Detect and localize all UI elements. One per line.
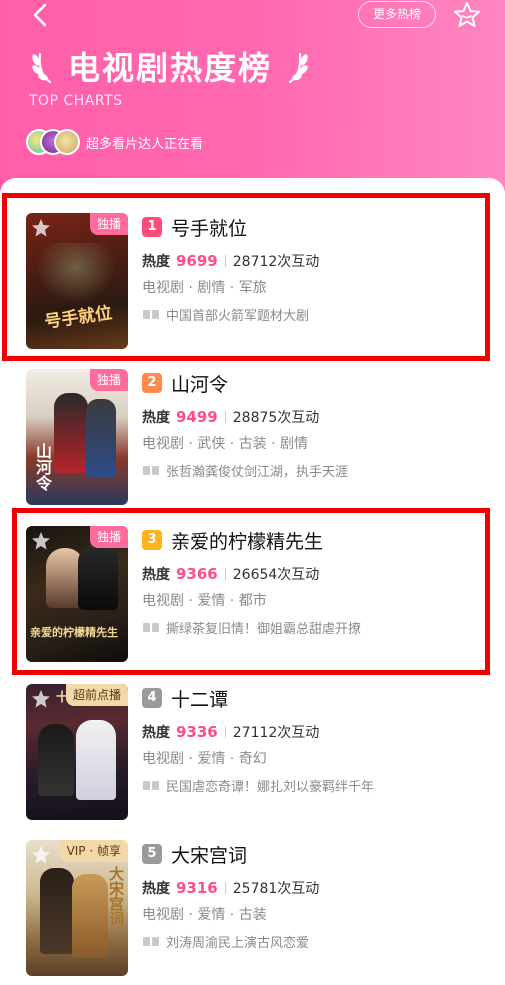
quote-icon (143, 781, 159, 790)
star-icon (32, 846, 50, 864)
poster[interactable]: 山河令 独播 (26, 369, 128, 505)
viewers-row: 超多看片达人正在看 (26, 129, 203, 155)
tagline: 撕绿茶复旧情！御姐霸总甜虐开撩 (166, 621, 362, 637)
list-item[interactable]: 亲爱的柠檬精先生 独播 3 亲爱的柠檬精先生 热度 9366 26654次互动 … (0, 526, 505, 672)
rank-badge: 3 (142, 530, 162, 550)
genre-tags: 电视剧 · 爱情 · 古装 (142, 907, 267, 923)
list-item[interactable]: 号手就位 独播 1 号手就位 热度 9699 28712次互动 电视剧 · 剧情… (0, 213, 505, 359)
tagline: 刘涛周渝民上演古风恋爱 (166, 935, 310, 951)
rank-badge: 1 (142, 217, 162, 237)
star-icon (32, 690, 50, 708)
heat-label: 热度 (142, 881, 170, 897)
poster[interactable]: 号手就位 独播 (26, 213, 128, 349)
divider (224, 882, 226, 894)
show-title[interactable]: 十二谭 (171, 685, 228, 712)
rank-badge: 2 (142, 373, 162, 393)
rank-badge: 5 (142, 844, 162, 864)
heat-value: 9699 (176, 252, 218, 270)
poster[interactable]: 十二谭 超前点播 (26, 684, 128, 820)
poster[interactable]: 大宋宫词 VIP · 帧享 (26, 840, 128, 976)
list-item[interactable]: 大宋宫词 VIP · 帧享 5 大宋宫词 热度 9316 25781次互动 电视… (0, 840, 505, 985)
quote-icon (143, 937, 159, 946)
back-arrow-icon[interactable] (28, 2, 54, 28)
genre-tags: 电视剧 · 爱情 · 奇幻 (142, 751, 267, 767)
advance-screening-tag: 超前点播 (65, 684, 128, 706)
subtitle: TOP CHARTS (29, 93, 123, 109)
star-icon (32, 219, 50, 237)
interaction-count: 28712次互动 (232, 254, 320, 270)
star-icon (32, 532, 50, 550)
list-item[interactable]: 十二谭 超前点播 4 十二谭 热度 9336 27112次互动 电视剧 · 爱情… (0, 684, 505, 830)
heat-label: 热度 (142, 254, 170, 270)
page-title: 电视剧热度榜 (68, 49, 273, 87)
show-title[interactable]: 山河令 (171, 370, 228, 397)
divider (224, 568, 226, 580)
tagline: 张哲瀚龚俊仗剑江湖，执手天涯 (166, 464, 349, 480)
show-title[interactable]: 号手就位 (171, 214, 247, 241)
heat-label: 热度 (142, 410, 170, 426)
interaction-count: 27112次互动 (232, 725, 320, 741)
quote-icon (143, 310, 159, 319)
laurel-left-icon (32, 52, 52, 84)
divider (224, 255, 226, 267)
tagline: 中国首部火箭军题材大剧 (166, 308, 310, 324)
heat-label: 热度 (142, 725, 170, 741)
poster-title: 亲爱的柠檬精先生 (30, 626, 118, 639)
heat-value: 9366 (176, 565, 218, 583)
poster-title: 大宋宫词 (107, 866, 125, 926)
avatar (54, 129, 80, 155)
show-title[interactable]: 亲爱的柠檬精先生 (171, 527, 323, 554)
genre-tags: 电视剧 · 爱情 · 都市 (142, 593, 267, 609)
heat-label: 热度 (142, 567, 170, 583)
divider (224, 726, 226, 738)
viewer-avatars (26, 129, 82, 155)
favorite-star-icon[interactable] (452, 0, 482, 30)
quote-icon (143, 623, 159, 632)
list-item[interactable]: 山河令 独播 2 山河令 热度 9499 28875次互动 电视剧 · 武侠 ·… (0, 369, 505, 515)
quote-icon (143, 466, 159, 475)
more-charts-button[interactable]: 更多热榜 (358, 1, 436, 28)
genre-tags: 电视剧 · 武侠 · 古装 · 剧情 (142, 436, 309, 452)
interaction-count: 25781次互动 (232, 881, 320, 897)
show-title[interactable]: 大宋宫词 (171, 841, 247, 868)
exclusive-tag: 独播 (89, 369, 128, 391)
poster[interactable]: 亲爱的柠檬精先生 独播 (26, 526, 128, 662)
viewers-text: 超多看片达人正在看 (86, 136, 204, 152)
poster-title: 山河令 (33, 443, 52, 491)
divider (224, 411, 226, 423)
laurel-right-icon (288, 52, 308, 84)
exclusive-tag: 独播 (89, 526, 128, 548)
heat-value: 9336 (176, 723, 218, 741)
heat-value: 9316 (176, 879, 218, 897)
interaction-count: 26654次互动 (232, 567, 320, 583)
tagline: 民国虐恋奇谭！娜扎刘以豪羁绊千年 (166, 779, 375, 795)
interaction-count: 28875次互动 (232, 410, 320, 426)
header-banner: 更多热榜 电视剧热度榜 TOP CHARTS 超多看片达人正在看 (0, 0, 505, 200)
heat-value: 9499 (176, 408, 218, 426)
vip-tag: VIP · 帧享 (59, 840, 128, 862)
exclusive-tag: 独播 (89, 213, 128, 235)
rank-badge: 4 (142, 688, 162, 708)
genre-tags: 电视剧 · 剧情 · 军旅 (142, 280, 267, 296)
